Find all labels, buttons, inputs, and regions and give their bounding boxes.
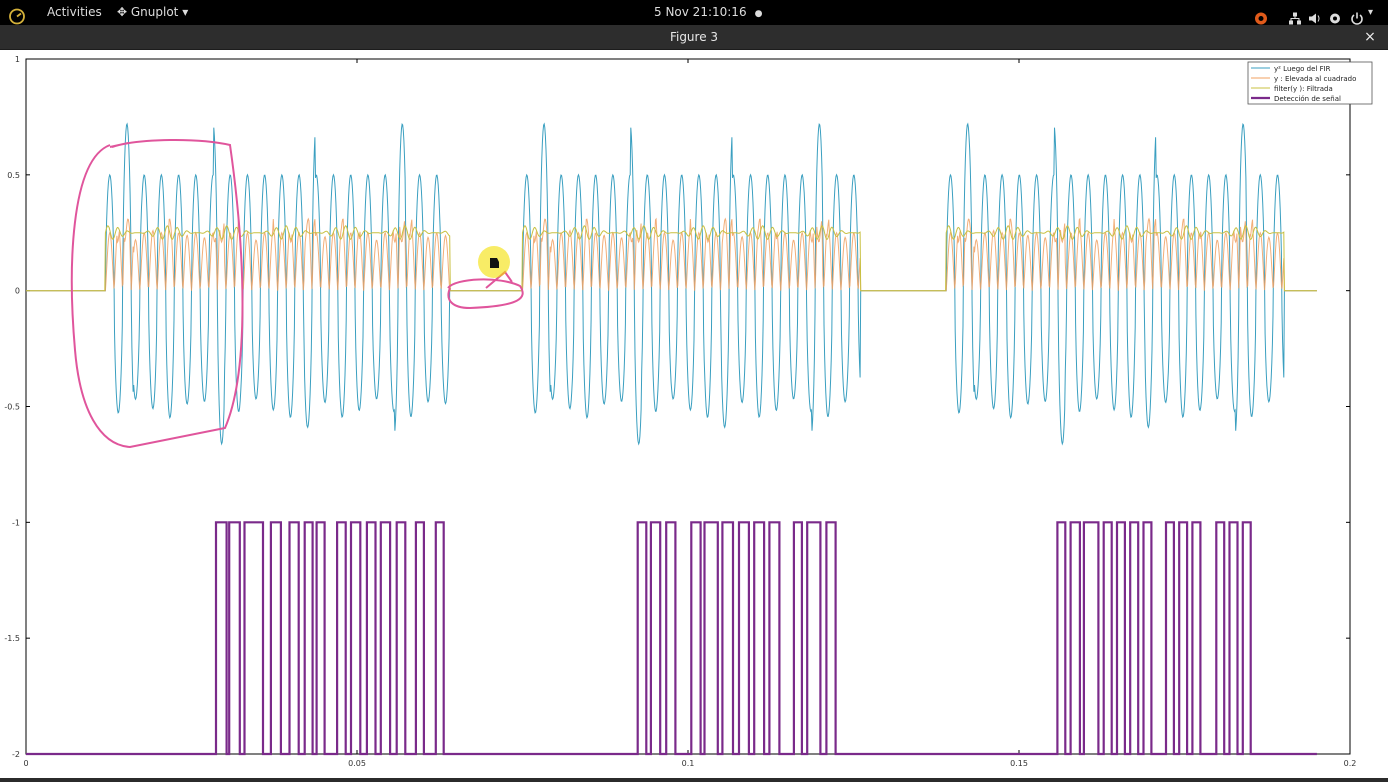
series-squared-line — [26, 217, 1317, 292]
app-menu-label: Gnuplot — [130, 5, 179, 19]
chevron-down-icon: ▾ — [178, 5, 189, 19]
series-fir-line-group — [26, 122, 1317, 446]
y-tick-label: -1 — [12, 518, 20, 527]
y-tick-label: 0 — [15, 287, 20, 296]
legend-entry-label: Detección de señal — [1274, 95, 1341, 103]
plot-canvas: 1 0.5 0 -0.5 -1 -1.5 -2 0 0.05 0.1 0.15 0.2 y² Lueg… — [0, 50, 1388, 778]
window-titlebar: Figure 3 × — [0, 25, 1388, 50]
x-tick-label: 0.2 — [1344, 759, 1357, 768]
annotation-circle-gap — [447, 270, 524, 310]
hand-cursor-icon — [490, 258, 499, 268]
clock-label: 5 Nov 21:10:16 — [654, 5, 747, 19]
y-tick-label: -0.5 — [4, 403, 20, 412]
chevron-down-icon[interactable]: ▾ — [1368, 0, 1373, 25]
legend-entry-label: y² Luego del FIR — [1274, 65, 1331, 73]
x-tick-label: 0 — [23, 759, 28, 768]
gnuplot-app-icon: ✥ — [117, 5, 131, 19]
series-squared-line-group — [26, 217, 1317, 292]
window-title: Figure 3 — [669, 30, 719, 44]
y-tick-label: 1 — [15, 55, 20, 64]
x-tick-label: 0.15 — [1010, 759, 1028, 768]
y-tick-label: -1.5 — [4, 634, 20, 643]
series-fir-line — [26, 122, 1317, 446]
x-tick-label: 0.1 — [682, 759, 695, 768]
y-tick-label: 0.5 — [7, 171, 20, 180]
series-filtered-line — [26, 225, 1317, 292]
series-detection-line-group — [26, 521, 1317, 756]
plot-axes: 10.50-0.5-1-1.5-20 0.05 0.1 0.15 0.2 — [4, 55, 1356, 768]
y-tick-label: -2 — [12, 750, 20, 759]
series-detection-line — [26, 521, 1317, 756]
x-tick-label: 0.05 — [348, 759, 366, 768]
activities-button[interactable]: Activities — [47, 0, 102, 25]
clock[interactable]: 5 Nov 21:10:16 ● — [654, 0, 762, 25]
plot-figure: 10.50-0.5-1-1.5-20 0.05 0.1 0.15 0.2 y² Lueg… — [4, 55, 1373, 768]
app-menu[interactable]: ✥ Gnuplot ▾ — [117, 0, 188, 25]
notification-dot-icon: ● — [754, 9, 763, 19]
legend-entry-label: y : Elevada al cuadrado — [1274, 75, 1356, 83]
close-button[interactable]: × — [1362, 25, 1378, 49]
legend-entry-label: filter(y ): Filtrada — [1274, 85, 1333, 93]
top-bar: Activities ✥ Gnuplot ▾ 5 Nov 21:10:16 ● ▾ — [0, 0, 1388, 25]
series-filtered-line-group — [26, 225, 1317, 292]
legend: y² Luego del FIR y : Elevada al cuadrado f… — [1247, 61, 1373, 105]
